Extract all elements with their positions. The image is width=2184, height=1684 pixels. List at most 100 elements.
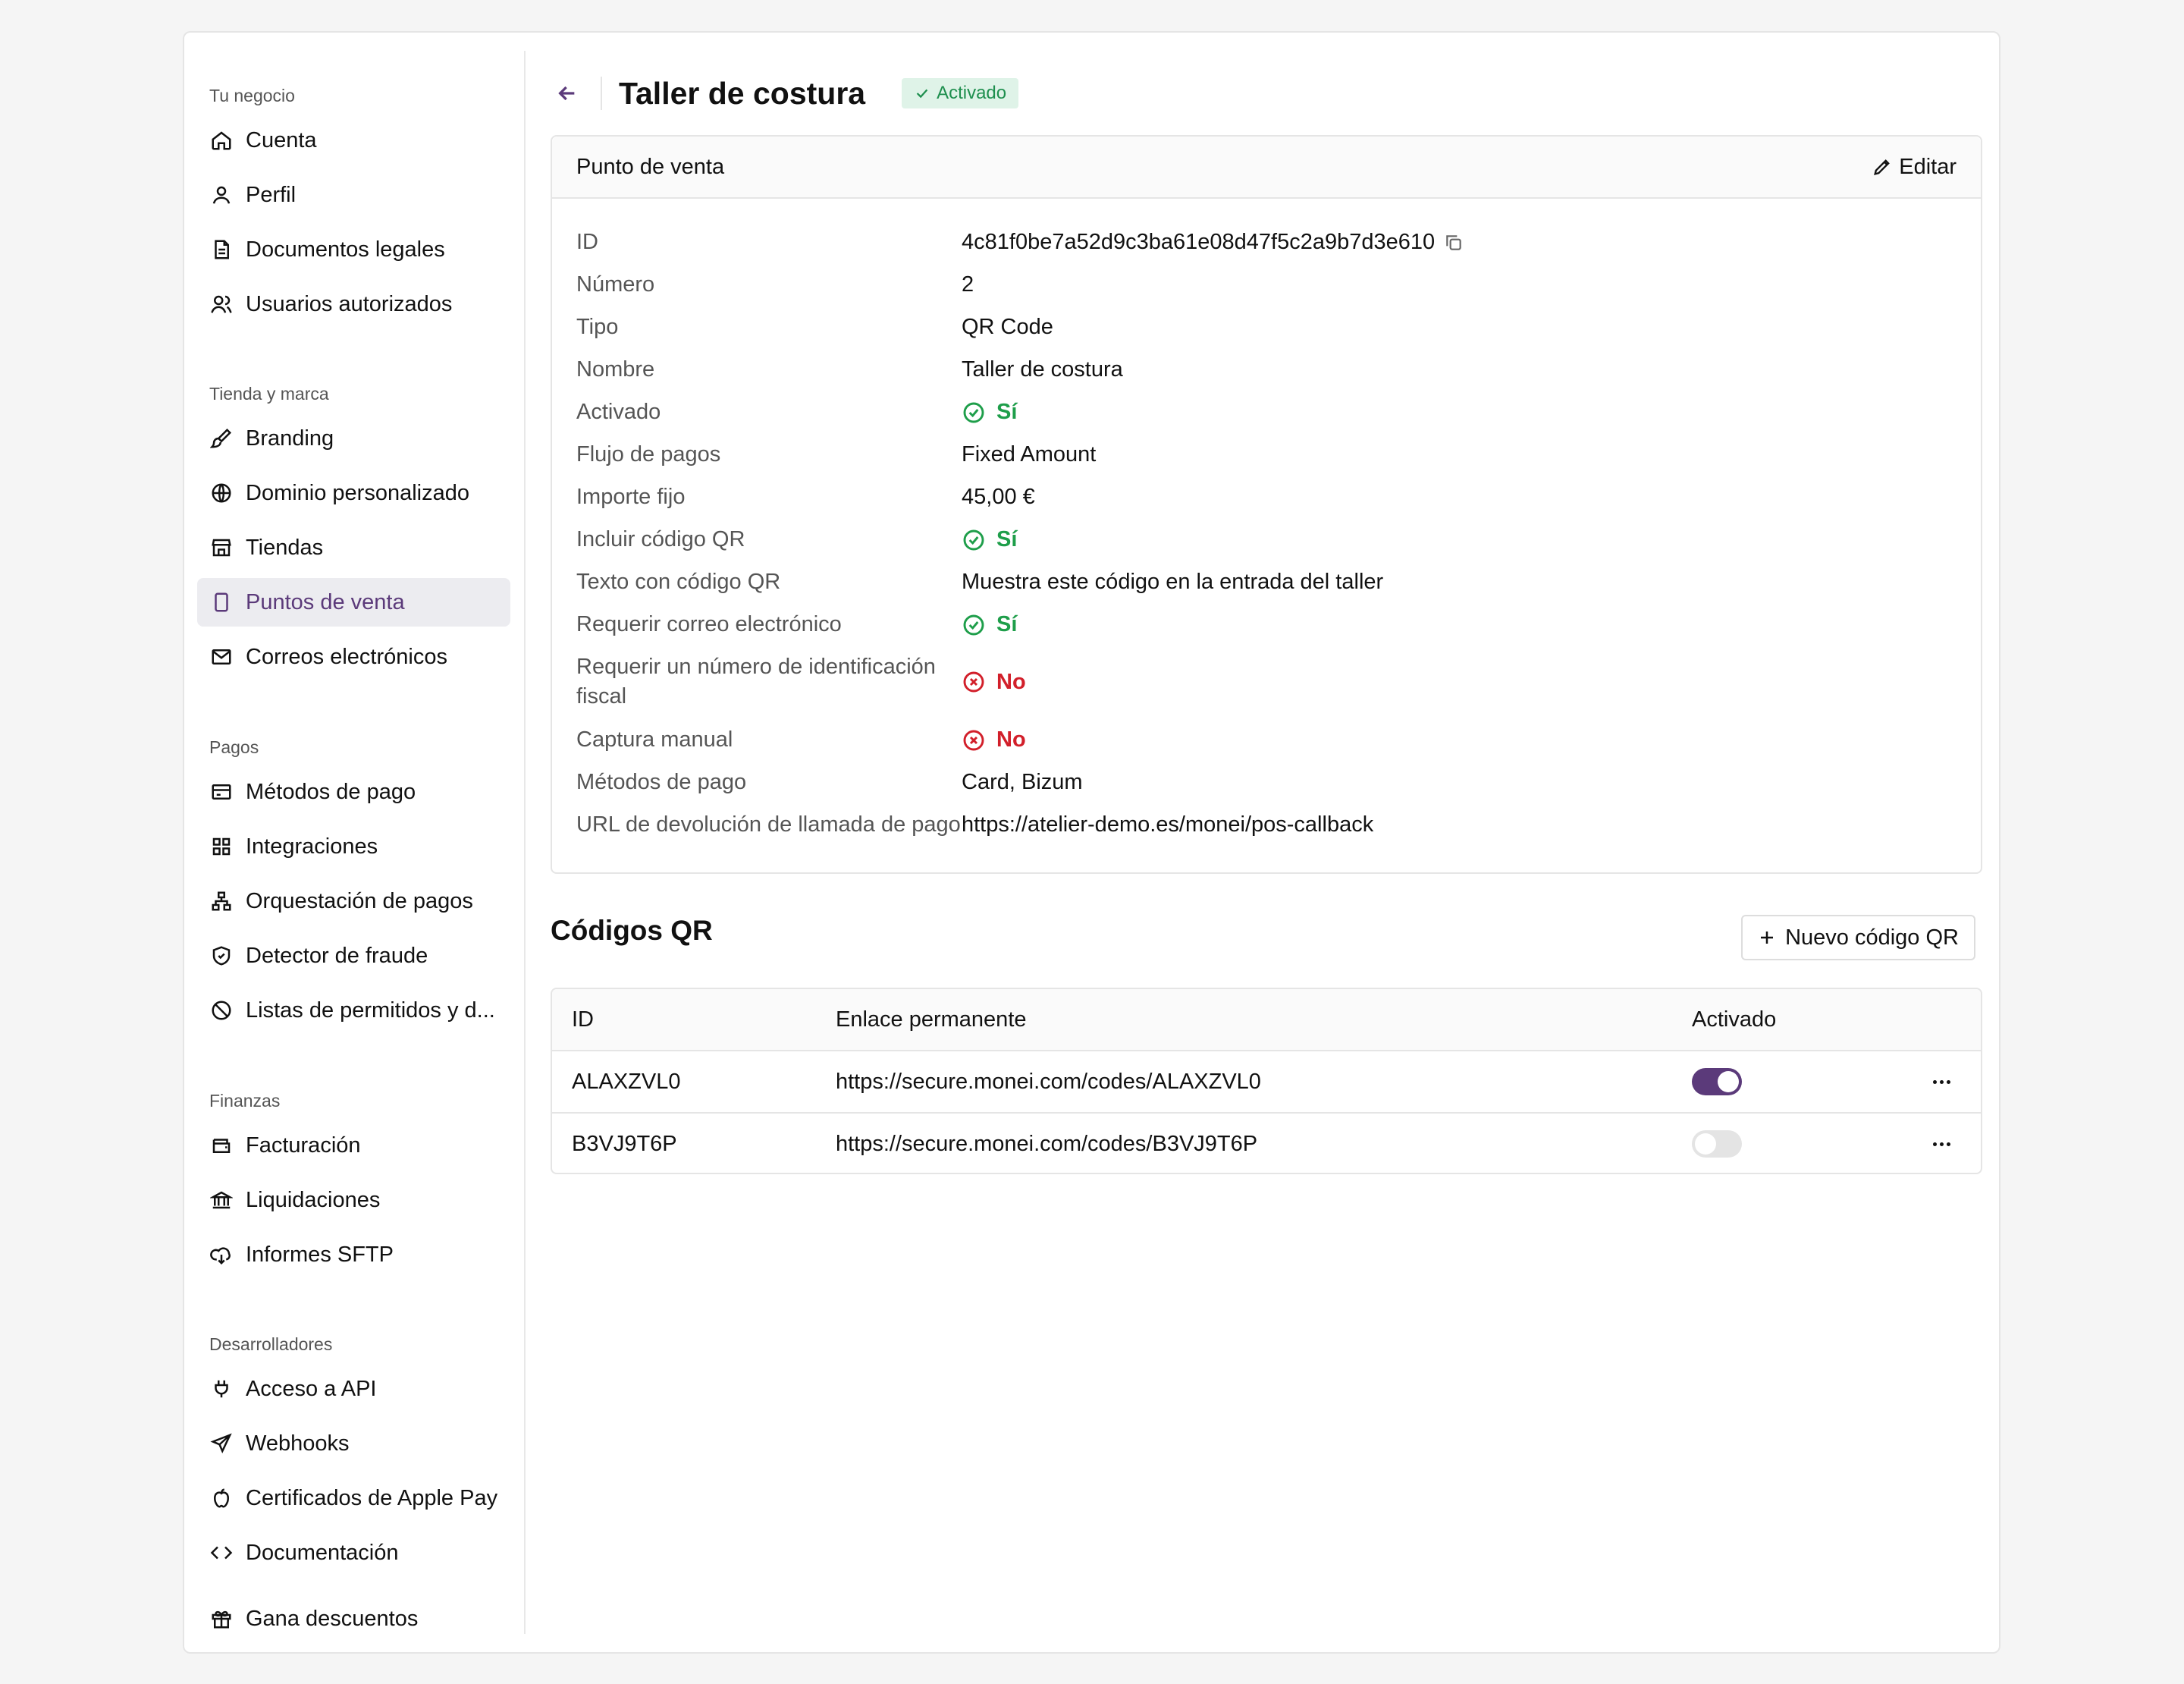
sidebar-section-desarrolladores: Desarrolladores bbox=[209, 1334, 333, 1354]
x-circle-icon bbox=[963, 671, 984, 693]
detail-row-texto-con-codigo-qr: Texto con código QR Muestra este código … bbox=[576, 567, 1956, 597]
sidebar-item-label: Webhooks bbox=[246, 1431, 350, 1456]
sidebar-item-label: Correos electrónicos bbox=[246, 644, 447, 669]
detail-value-cell: 45,00 € bbox=[962, 482, 1035, 512]
detail-row-incluir-codigo-qr: Incluir código QR Sí bbox=[576, 525, 1956, 555]
sidebar-item-label: Facturación bbox=[246, 1133, 361, 1158]
sidebar-item-puntos-de-venta[interactable]: Puntos de venta bbox=[197, 578, 510, 627]
sidebar-item-acceso-a-api[interactable]: Acceso a API bbox=[197, 1365, 510, 1413]
detail-value-cell: Muestra este código en la entrada del ta… bbox=[962, 567, 1383, 597]
sidebar-item-label: Usuarios autorizados bbox=[246, 291, 453, 316]
wallet-icon bbox=[209, 1133, 234, 1158]
details-card-header: Punto de venta Editar bbox=[552, 137, 1981, 199]
new-qr-code-button[interactable]: Nuevo código QR bbox=[1741, 915, 1975, 960]
copy-icon[interactable] bbox=[1444, 233, 1464, 253]
sidebar-item-label: Cuenta bbox=[246, 127, 317, 152]
edit-button-label: Editar bbox=[1899, 154, 1956, 179]
detail-value-cell: Sí bbox=[962, 610, 1017, 639]
sidebar-item-informes-sftp[interactable]: Informes SFTP bbox=[197, 1230, 510, 1279]
plus-icon bbox=[1761, 932, 1774, 944]
sidebar-item-orquestacion-de-pagos[interactable]: Orquestación de pagos bbox=[197, 877, 510, 925]
apple-icon bbox=[209, 1486, 234, 1510]
sidebar-item-tiendas[interactable]: Tiendas bbox=[197, 523, 510, 572]
detail-label: URL de devolución de llamada de pago bbox=[576, 812, 961, 837]
sidebar-item-facturacion[interactable]: Facturación bbox=[197, 1121, 510, 1170]
qr-id-cell: ALAXZVL0 bbox=[572, 1070, 681, 1094]
mail-icon bbox=[209, 645, 234, 669]
sidebar-item-correos-electronicos[interactable]: Correos electrónicos bbox=[197, 633, 510, 681]
detail-row-requerir-un-numero-de-identificacion-fiscal: Requerir un número de identificación fis… bbox=[576, 652, 1956, 712]
table-row: B3VJ9T6P https://secure.monei.com/codes/… bbox=[552, 1114, 1981, 1173]
yes-indicator: Sí bbox=[962, 610, 1017, 639]
detail-value: Fixed Amount bbox=[962, 442, 1097, 467]
sidebar-item-integraciones[interactable]: Integraciones bbox=[197, 822, 510, 871]
sidebar-item-documentos-legales[interactable]: Documentos legales bbox=[197, 225, 510, 274]
yes-indicator: Sí bbox=[962, 397, 1017, 427]
sidebar-item-usuarios-autorizados[interactable]: Usuarios autorizados bbox=[197, 280, 510, 328]
sidebar-section-tu-negocio: Tu negocio bbox=[209, 86, 295, 105]
qr-link-cell[interactable]: https://secure.monei.com/codes/B3VJ9T6P bbox=[836, 1114, 1257, 1173]
sidebar-item-dominio-personalizado[interactable]: Dominio personalizado bbox=[197, 469, 510, 517]
edit-button[interactable]: Editar bbox=[1872, 155, 1956, 180]
sidebar-item-webhooks[interactable]: Webhooks bbox=[197, 1419, 510, 1468]
detail-value-cell: No bbox=[962, 652, 1026, 712]
qr-id-cell: B3VJ9T6P bbox=[572, 1132, 677, 1156]
sidebar-item-gana-descuentos[interactable]: Gana descuentos bbox=[197, 1594, 510, 1643]
qr-link-cell[interactable]: https://secure.monei.com/codes/ALAXZVL0 bbox=[836, 1051, 1261, 1112]
check-circle-icon bbox=[963, 529, 984, 550]
ban-icon bbox=[209, 998, 234, 1023]
back-button[interactable] bbox=[552, 78, 582, 108]
detail-label: Requerir un número de identificación fis… bbox=[576, 655, 936, 708]
detail-value: No bbox=[996, 669, 1026, 694]
detail-value-cell: Sí bbox=[962, 397, 1017, 427]
detail-row-metodos-de-pago: Métodos de pago Card, Bizum bbox=[576, 768, 1956, 797]
detail-value: No bbox=[996, 727, 1026, 752]
sidebar-item-perfil[interactable]: Perfil bbox=[197, 171, 510, 219]
app-window: Tu negocio Cuenta Perfil Documentos lega… bbox=[183, 31, 2000, 1654]
globe-icon bbox=[209, 481, 234, 505]
sidebar-item-label: Tiendas bbox=[246, 535, 324, 560]
more-options-icon[interactable] bbox=[1929, 1071, 1953, 1092]
detail-label: Requerir correo electrónico bbox=[576, 612, 842, 636]
sidebar-item-detector-de-fraude[interactable]: Detector de fraude bbox=[197, 932, 510, 980]
detail-label: Tipo bbox=[576, 315, 619, 339]
detail-value: QR Code bbox=[962, 315, 1053, 339]
sidebar-item-liquidaciones[interactable]: Liquidaciones bbox=[197, 1176, 510, 1224]
check-circle-icon bbox=[963, 402, 984, 423]
sidebar-item-documentacion[interactable]: Documentación bbox=[197, 1528, 510, 1577]
sidebar-item-metodos-de-pago[interactable]: Métodos de pago bbox=[197, 768, 510, 816]
detail-value-cell: Taller de costura bbox=[962, 355, 1123, 385]
check-icon bbox=[916, 89, 928, 99]
sidebar-item-label: Certificados de Apple Pay bbox=[246, 1485, 498, 1510]
page-header: Taller de costura Activado bbox=[552, 63, 1019, 124]
sidebar-item-branding[interactable]: Branding bbox=[197, 414, 510, 463]
bank-icon bbox=[209, 1188, 234, 1212]
enabled-toggle[interactable] bbox=[1692, 1068, 1742, 1095]
detail-value-cell: Card, Bizum bbox=[962, 768, 1083, 797]
detail-label: ID bbox=[576, 230, 598, 254]
details-card-title: Punto de venta bbox=[576, 154, 725, 179]
enabled-toggle[interactable] bbox=[1692, 1130, 1742, 1158]
detail-value: Sí bbox=[996, 400, 1018, 424]
sidebar-item-label: Puntos de venta bbox=[246, 589, 405, 614]
column-header-link: Enlace permanente bbox=[836, 1007, 1027, 1032]
sidebar-item-label: Integraciones bbox=[246, 834, 378, 859]
sidebar-item-listas-de-permitidos-y-d[interactable]: Listas de permitidos y d... bbox=[197, 986, 510, 1035]
detail-label: Métodos de pago bbox=[576, 770, 747, 794]
sidebar-item-label: Documentación bbox=[246, 1540, 399, 1565]
sidebar-item-certificados-de-apple-pay[interactable]: Certificados de Apple Pay bbox=[197, 1474, 510, 1522]
qr-codes-table: ID Enlace permanente Activado ALAXZVL0 h… bbox=[551, 988, 1982, 1174]
toggle-knob bbox=[1695, 1133, 1716, 1155]
detail-value: 45,00 € bbox=[962, 485, 1035, 509]
more-options-icon[interactable] bbox=[1929, 1133, 1953, 1155]
column-header-enabled: Activado bbox=[1692, 1007, 1777, 1032]
yes-indicator: Sí bbox=[962, 525, 1017, 555]
sidebar-item-label: Informes SFTP bbox=[246, 1242, 394, 1267]
detail-label: Número bbox=[576, 272, 655, 297]
sidebar-item-cuenta[interactable]: Cuenta bbox=[197, 116, 510, 165]
code-icon bbox=[209, 1541, 234, 1565]
sidebar-item-label: Listas de permitidos y d... bbox=[246, 998, 495, 1023]
no-indicator: No bbox=[962, 668, 1026, 697]
table-row: ALAXZVL0 https://secure.monei.com/codes/… bbox=[552, 1051, 1981, 1114]
no-indicator: No bbox=[962, 725, 1026, 755]
